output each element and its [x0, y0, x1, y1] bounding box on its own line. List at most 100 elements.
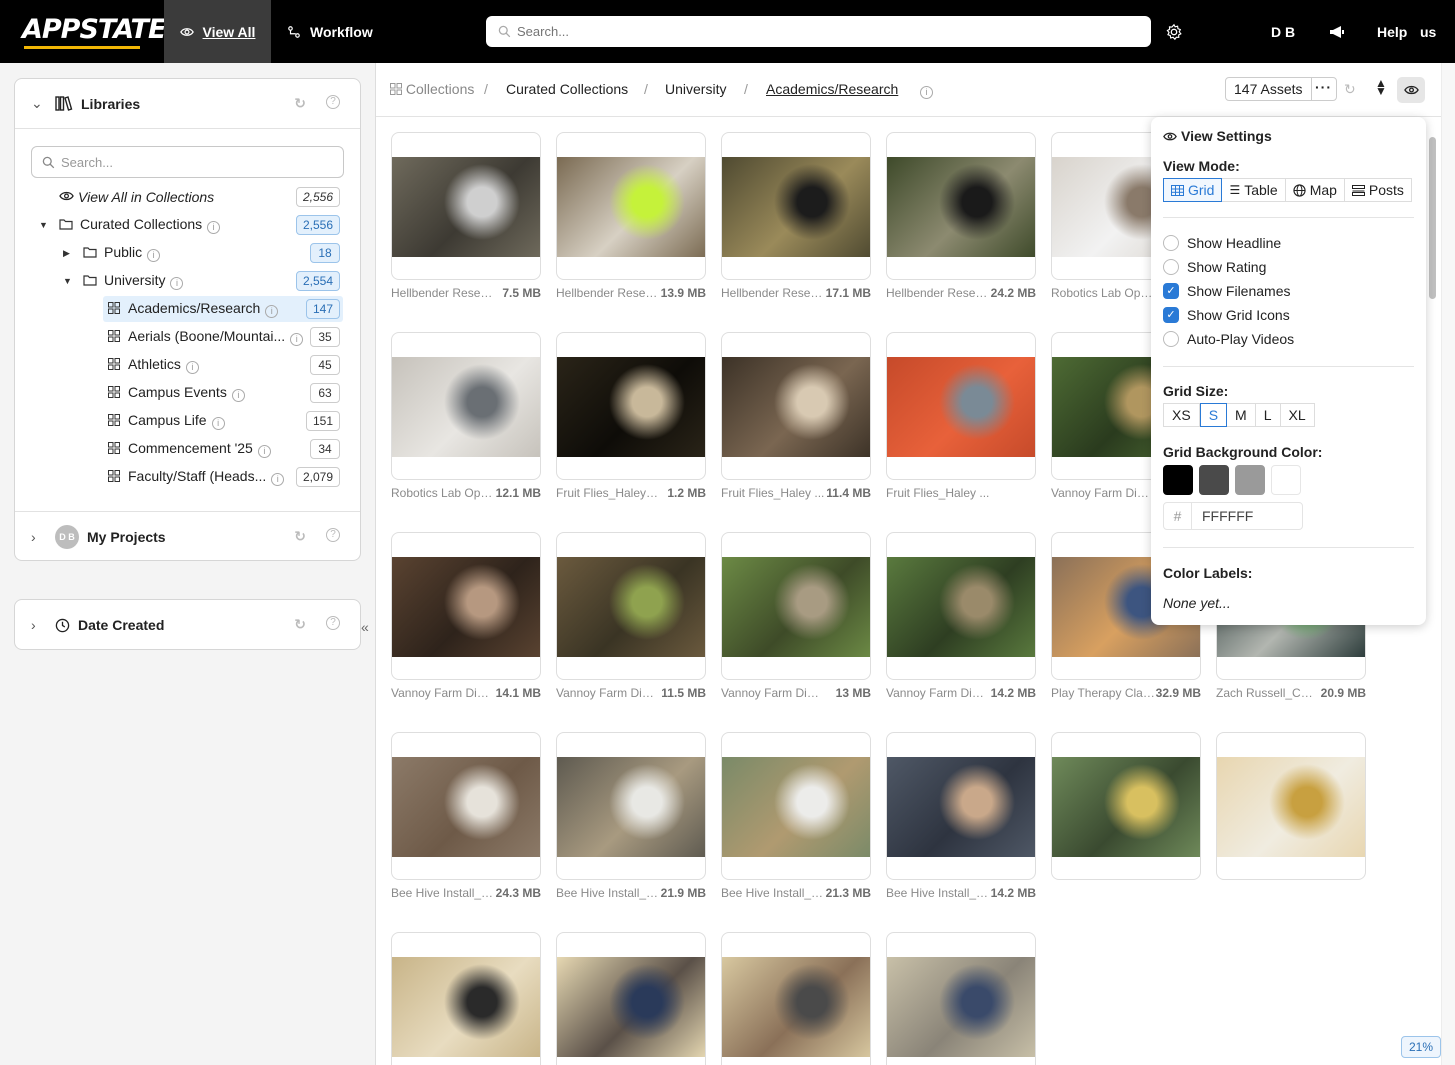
grid-size-xs[interactable]: XS [1163, 403, 1200, 427]
asset-thumbnail-frame[interactable] [391, 132, 541, 280]
asset-thumbnail-frame[interactable] [721, 932, 871, 1065]
breadcrumb-university[interactable]: University [665, 81, 726, 97]
asset-thumbnail-frame[interactable] [391, 732, 541, 880]
asset-thumbnail-image[interactable] [722, 757, 870, 857]
tree-item-commencement[interactable]: Commencement '25 i 34 [15, 436, 360, 462]
breadcrumb-current[interactable]: Academics/Research [766, 81, 898, 97]
tree-item-academics-research[interactable]: Academics/Research i 147 [15, 296, 360, 322]
library-search[interactable]: Search... [31, 146, 344, 178]
nav-view-all[interactable]: View All [164, 0, 271, 63]
asset-thumbnail-frame[interactable] [556, 332, 706, 480]
projects-header[interactable]: › D B My Projects ↻ ? [15, 511, 360, 561]
date-created-header[interactable]: › Date Created ↻ ? [15, 600, 360, 650]
info-icon[interactable]: i [265, 305, 279, 318]
refresh-icon[interactable]: ↻ [294, 95, 306, 112]
info-icon[interactable]: i [207, 221, 221, 234]
announcements-button[interactable] [1329, 0, 1345, 63]
asset-tile[interactable]: Hellbender Resear... 13.9 MB [556, 132, 706, 300]
asset-thumbnail-frame[interactable] [886, 532, 1036, 680]
asset-thumbnail-frame[interactable] [721, 332, 871, 480]
asset-tile[interactable]: Fruit Flies_Haley M... 1.2 MB [556, 332, 706, 500]
checkbox-checked[interactable]: ✓ [1163, 307, 1179, 323]
caret-down-icon[interactable]: ▼ [39, 220, 48, 230]
asset-tile[interactable]: Hellbender Researc... 7.5 MB [391, 132, 541, 300]
view-mode-map[interactable]: Map [1285, 178, 1345, 202]
user-menu[interactable]: D B [1271, 0, 1295, 63]
asset-tile[interactable]: Bee Hive Install_C... 14.2 MB [886, 732, 1036, 900]
asset-tile[interactable] [556, 932, 706, 1065]
asset-thumbnail-image[interactable] [392, 757, 540, 857]
asset-thumbnail-frame[interactable] [391, 932, 541, 1065]
help-circle-icon[interactable]: ? [326, 528, 340, 542]
asset-thumbnail-image[interactable] [722, 557, 870, 657]
asset-thumbnail-image[interactable] [887, 957, 1035, 1057]
asset-thumbnail-image[interactable] [887, 157, 1035, 257]
info-icon[interactable]: i [915, 81, 933, 99]
help-link[interactable]: Help [1377, 0, 1407, 63]
global-search-input[interactable] [517, 24, 1117, 39]
asset-tile[interactable] [886, 932, 1036, 1065]
asset-thumbnail-frame[interactable] [886, 132, 1036, 280]
refresh-icon[interactable]: ↻ [1344, 81, 1356, 98]
caret-right-icon[interactable]: ▶ [63, 248, 70, 259]
asset-thumbnail-image[interactable] [887, 357, 1035, 457]
asset-tile[interactable]: Bee Hive Install_C... 21.9 MB [556, 732, 706, 900]
option-autoplay-videos[interactable]: Auto-Play Videos [1163, 329, 1294, 349]
asset-thumbnail-image[interactable] [557, 157, 705, 257]
option-show-headline[interactable]: Show Headline [1163, 233, 1281, 253]
asset-thumbnail-image[interactable] [557, 957, 705, 1057]
checkbox-checked[interactable]: ✓ [1163, 283, 1179, 299]
tree-item-faculty-staff[interactable]: Faculty/Staff (Heads... i 2,079 [15, 464, 360, 490]
tree-item-aerials[interactable]: Aerials (Boone/Mountai... i 35 [15, 324, 360, 350]
settings-button[interactable] [1165, 0, 1183, 63]
asset-thumbnail-frame[interactable] [886, 932, 1036, 1065]
help-circle-icon[interactable]: ? [326, 616, 340, 630]
asset-tile[interactable]: Robotics Lab Ope... 12.1 MB [391, 332, 541, 500]
asset-tile[interactable]: Vannoy Farm Dig ... 14.1 MB [391, 532, 541, 700]
asset-thumbnail-image[interactable] [392, 557, 540, 657]
chevron-right-icon[interactable]: › [31, 617, 43, 633]
asset-thumbnail-image[interactable] [1052, 757, 1200, 857]
tree-item-campus-life[interactable]: Campus Life i 151 [15, 408, 360, 434]
asset-thumbnail-image[interactable] [887, 757, 1035, 857]
asset-thumbnail-frame[interactable] [1216, 732, 1366, 880]
asset-tile[interactable]: Hellbender Resear... 24.2 MB [886, 132, 1036, 300]
popover-scrollbar[interactable] [1429, 137, 1436, 299]
asset-thumbnail-frame[interactable] [556, 932, 706, 1065]
refresh-icon[interactable]: ↻ [294, 528, 306, 545]
option-show-grid-icons[interactable]: ✓ Show Grid Icons [1163, 305, 1290, 325]
asset-thumbnail-image[interactable] [392, 357, 540, 457]
asset-thumbnail-image[interactable] [1217, 757, 1365, 857]
checkbox[interactable] [1163, 259, 1179, 275]
tree-item-public[interactable]: ▶ Public i 18 [15, 240, 360, 266]
option-show-filenames[interactable]: ✓ Show Filenames [1163, 281, 1291, 301]
info-icon[interactable]: i [271, 473, 285, 486]
asset-thumbnail-image[interactable] [722, 157, 870, 257]
asset-tile[interactable]: Fruit Flies_Haley ... [886, 332, 1036, 500]
asset-thumbnail-frame[interactable] [556, 732, 706, 880]
asset-thumbnail-frame[interactable] [556, 132, 706, 280]
language-selector[interactable]: us [1420, 0, 1436, 63]
view-mode-table[interactable]: ☰ Table [1222, 178, 1286, 202]
view-settings-button[interactable] [1397, 77, 1425, 103]
info-icon[interactable]: i [170, 277, 184, 290]
app-logo[interactable]: APPSTATE [22, 14, 166, 49]
asset-tile[interactable]: Hellbender Resear... 17.1 MB [721, 132, 871, 300]
collapse-sidebar-icon[interactable]: « [361, 619, 369, 635]
asset-tile[interactable]: Fruit Flies_Haley ... 11.4 MB [721, 332, 871, 500]
grid-size-m[interactable]: M [1227, 403, 1256, 427]
hex-color-input[interactable]: # FFFFFF [1163, 502, 1303, 530]
asset-tile[interactable] [721, 932, 871, 1065]
swatch-white[interactable] [1271, 465, 1301, 495]
tree-item-curated-collections[interactable]: ▼ Curated Collections i 2,556 [15, 212, 360, 238]
tree-item-university[interactable]: ▼ University i 2,554 [15, 268, 360, 294]
asset-thumbnail-frame[interactable] [721, 732, 871, 880]
info-icon[interactable]: i [290, 333, 304, 346]
asset-thumbnail-frame[interactable] [391, 332, 541, 480]
view-mode-posts[interactable]: Posts [1344, 178, 1412, 202]
asset-thumbnail-image[interactable] [722, 357, 870, 457]
grid-size-l[interactable]: L [1255, 403, 1281, 427]
breadcrumb-collections[interactable]: Collections [390, 81, 474, 97]
asset-thumbnail-image[interactable] [722, 957, 870, 1057]
tree-item-athletics[interactable]: Athletics i 45 [15, 352, 360, 378]
